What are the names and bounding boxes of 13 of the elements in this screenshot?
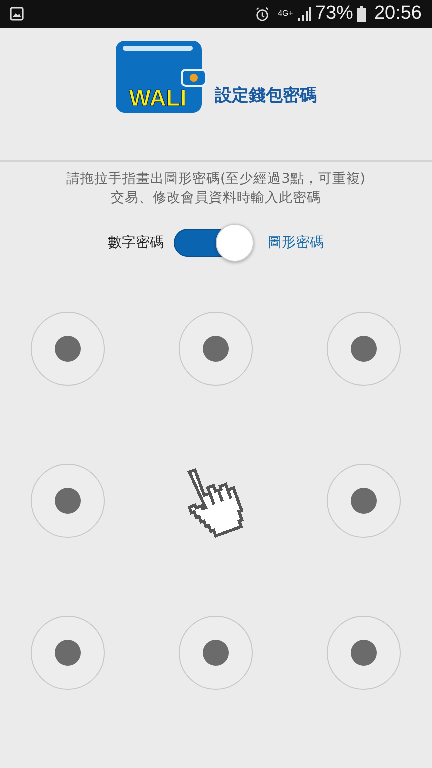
instruction-text: 請拖拉手指畫出圖形密碼(至少經過3點，可重複) <box>65 170 367 189</box>
network-label: 4G+ <box>278 10 294 18</box>
battery-percent: 73% <box>315 2 354 26</box>
instruction-text: 交易、修改會員資料時輸入此密碼 <box>110 189 322 208</box>
gallery-icon <box>10 7 24 21</box>
alarm-icon <box>255 6 270 22</box>
battery-icon <box>357 6 366 22</box>
signal-icon <box>297 7 312 21</box>
mode-label: 圖形密碼 <box>268 234 324 252</box>
mode-label: 數字密碼 <box>108 234 164 252</box>
clock: 20:56 <box>374 2 422 26</box>
wallet-logo: WALI <box>115 40 207 116</box>
page-title: 設定錢包密碼 <box>215 85 317 108</box>
